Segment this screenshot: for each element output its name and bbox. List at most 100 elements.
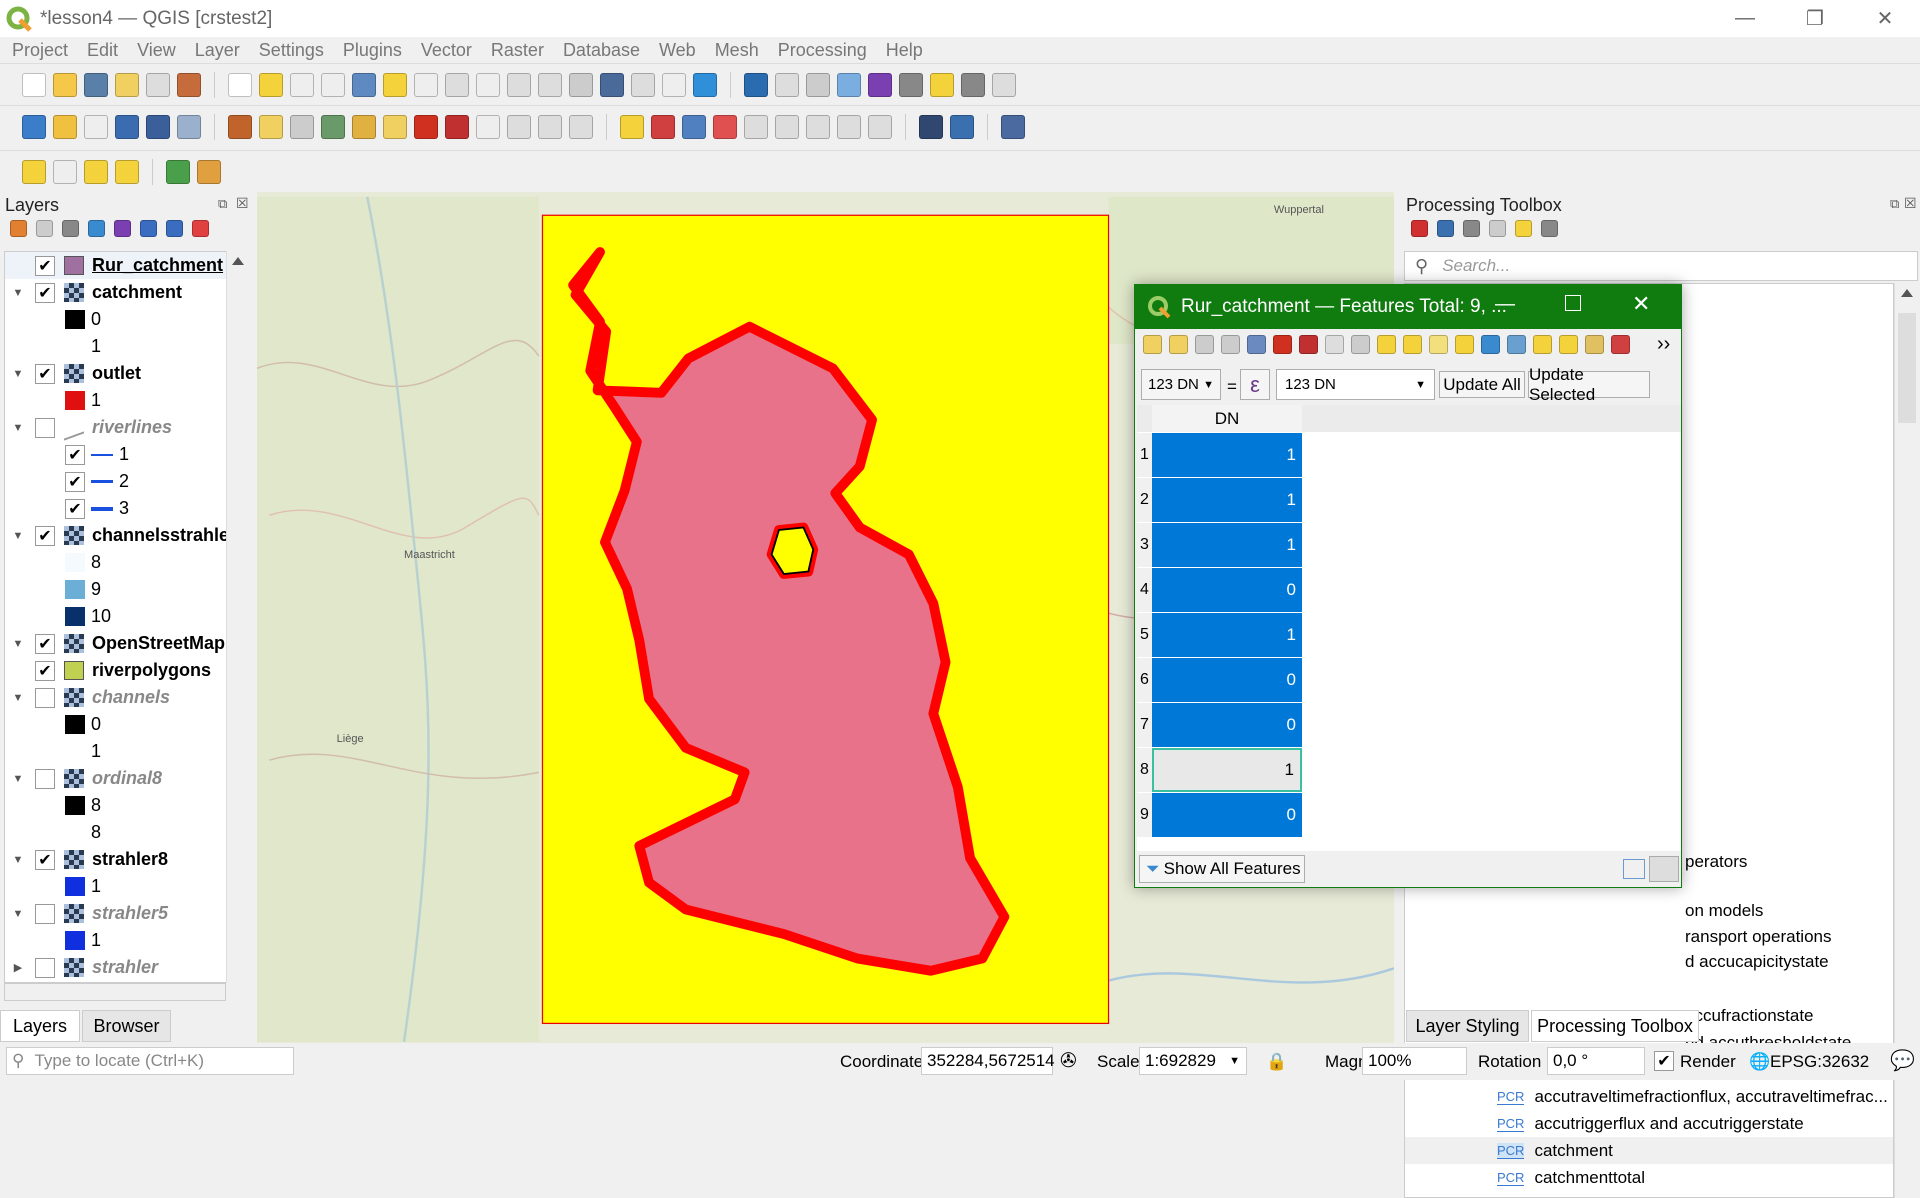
algorithm-item[interactable]: PCR accutriggerflux and accutriggerstate: [1405, 1110, 1893, 1137]
multi-edit-icon[interactable]: [1169, 335, 1188, 354]
legend-item[interactable]: ✔ 1: [5, 441, 229, 468]
toggle-editing-icon[interactable]: [259, 114, 283, 139]
collapse-arrow-icon[interactable]: ▼: [5, 287, 31, 299]
layer-item[interactable]: ▼ ✔ strahler8: [5, 846, 229, 873]
menu-view[interactable]: View: [137, 40, 176, 61]
magnifier-field[interactable]: 100%: [1362, 1047, 1467, 1075]
add-polygon-icon[interactable]: [321, 114, 345, 139]
temporal-controller-icon[interactable]: [662, 72, 686, 97]
new-project-icon[interactable]: [22, 72, 46, 97]
locator-search-icon[interactable]: [166, 159, 190, 184]
row-number[interactable]: 9: [1137, 793, 1152, 837]
close-panel-icon[interactable]: ☒: [236, 195, 249, 212]
update-selected-button[interactable]: Update Selected: [1528, 365, 1650, 404]
style-manager-icon[interactable]: [177, 72, 201, 97]
row-number[interactable]: 8: [1137, 748, 1152, 792]
layer-visibility-checkbox[interactable]: [35, 687, 55, 708]
hide-label-icon[interactable]: [837, 114, 861, 139]
legend-item[interactable]: 1: [5, 927, 229, 954]
algorithm-item[interactable]: PCR accutraveltimefractionflux, accutrave…: [1405, 1083, 1893, 1110]
tab-browser[interactable]: Browser: [82, 1010, 171, 1042]
redo-icon[interactable]: [569, 114, 593, 139]
more-tools-button[interactable]: ››: [1657, 333, 1670, 356]
style-dock-icon[interactable]: [10, 220, 27, 237]
show-label-icon[interactable]: [713, 114, 737, 139]
row-number[interactable]: 7: [1137, 703, 1152, 747]
data-source-manager-icon[interactable]: [22, 114, 46, 139]
select-expression-icon[interactable]: [1377, 335, 1396, 354]
layer-item[interactable]: ✔ riverpolygons: [5, 657, 229, 684]
algorithm-group[interactable]: ransport operations: [1685, 923, 1831, 950]
legend-item[interactable]: 0: [5, 711, 229, 738]
crs-globe-icon[interactable]: 🌐: [1749, 1052, 1770, 1072]
python-console-icon[interactable]: [950, 114, 974, 139]
scale-field[interactable]: 1:692829 ▼: [1139, 1047, 1247, 1075]
filter-expression-icon[interactable]: [114, 220, 131, 237]
form-view-icon[interactable]: [1623, 859, 1645, 879]
zoom-native-icon[interactable]: [445, 72, 469, 97]
menu-plugins[interactable]: Plugins: [343, 40, 402, 61]
history-icon[interactable]: [1463, 220, 1480, 237]
collapse-arrow-icon[interactable]: ▼: [5, 773, 31, 785]
delete-selected-icon[interactable]: [414, 114, 438, 139]
float-panel-icon[interactable]: ⧉: [218, 196, 227, 212]
menu-mesh[interactable]: Mesh: [715, 40, 759, 61]
change-label-icon[interactable]: [806, 114, 830, 139]
pan-to-selection-icon[interactable]: [259, 72, 283, 97]
legend-item[interactable]: 1: [5, 873, 229, 900]
cut-icon[interactable]: [1299, 335, 1318, 354]
zoom-to-selected-icon[interactable]: [1559, 335, 1578, 354]
filter-legend-icon[interactable]: [88, 220, 105, 237]
layer-item[interactable]: ▼ riverlines: [5, 414, 229, 441]
row-number[interactable]: 2: [1137, 478, 1152, 522]
new-geopackage-icon[interactable]: [53, 114, 77, 139]
show-bookmarks-icon[interactable]: [631, 72, 655, 97]
remove-layer-icon[interactable]: [192, 220, 209, 237]
layer-visibility-checkbox[interactable]: [35, 957, 55, 978]
layer-item[interactable]: ▼ ✔ channelsstrahler: [5, 522, 229, 549]
move-selection-top-icon[interactable]: [1507, 335, 1526, 354]
algorithm-group[interactable]: perators: [1685, 848, 1747, 875]
layer-visibility-checkbox[interactable]: ✔: [35, 363, 55, 384]
new-shapefile-icon[interactable]: [177, 114, 201, 139]
text-annotation-icon[interactable]: [992, 72, 1016, 97]
dn-cell[interactable]: 1: [1152, 478, 1302, 522]
table-row[interactable]: 51: [1137, 613, 1303, 657]
expand-arrow-icon[interactable]: ▶: [5, 961, 31, 974]
layer-visibility-checkbox[interactable]: ✔: [35, 255, 55, 276]
refresh-icon[interactable]: [693, 72, 717, 97]
locator-search[interactable]: ⚲ Type to locate (Ctrl+K): [6, 1047, 294, 1075]
dn-cell[interactable]: 1: [1152, 523, 1302, 567]
menu-processing[interactable]: Processing: [778, 40, 867, 61]
layer-item[interactable]: ▼ channels: [5, 684, 229, 711]
processing-toolbox-icon[interactable]: [837, 72, 861, 97]
zoom-in-icon[interactable]: [290, 72, 314, 97]
table-view-icon[interactable]: [1649, 856, 1679, 882]
deselect-icon[interactable]: [84, 159, 108, 184]
legend-checkbox[interactable]: ✔: [65, 471, 85, 492]
expression-button[interactable]: ε: [1240, 369, 1270, 400]
label-tool-icon[interactable]: [868, 114, 892, 139]
close-button[interactable]: ✕: [1850, 0, 1920, 37]
results-icon[interactable]: [1489, 220, 1506, 237]
attribute-table-icon[interactable]: [775, 72, 799, 97]
algorithm-item[interactable]: PCR catchment: [1405, 1137, 1893, 1164]
layer-item[interactable]: ▶ strahler: [5, 954, 229, 981]
map-tips-icon[interactable]: [930, 72, 954, 97]
expression-field[interactable]: 123 DN ▼: [1276, 369, 1435, 400]
tab-layer-styling[interactable]: Layer Styling: [1406, 1010, 1529, 1042]
table-row[interactable]: 90: [1137, 793, 1303, 837]
layer-visibility-checkbox[interactable]: ✔: [35, 282, 55, 303]
legend-item[interactable]: 8: [5, 792, 229, 819]
map-styling-icon[interactable]: [197, 159, 221, 184]
layer-item[interactable]: ▼ ✔ catchment: [5, 279, 229, 306]
open-project-icon[interactable]: [53, 72, 77, 97]
delete-field-icon[interactable]: [1611, 335, 1630, 354]
new-print-layout-icon[interactable]: [115, 72, 139, 97]
label-icon[interactable]: [620, 114, 644, 139]
legend-item[interactable]: 8: [5, 549, 229, 576]
row-number[interactable]: 4: [1137, 568, 1152, 612]
modify-attributes-icon[interactable]: [383, 114, 407, 139]
table-row[interactable]: 31: [1137, 523, 1303, 567]
deselect-all-icon[interactable]: [1455, 335, 1474, 354]
